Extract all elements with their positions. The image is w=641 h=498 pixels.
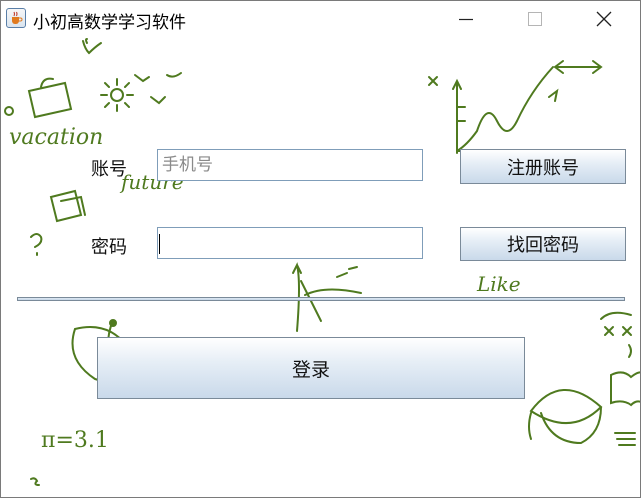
password-label: 密码 [91,237,127,258]
doodle-word-pi: π=3.1 [41,428,109,453]
account-input[interactable] [157,149,423,181]
doodle-word-like: Like [476,272,521,296]
bag-doodle-icon [27,77,73,119]
account-label: 账号 [91,159,127,180]
book-doodle-icon [49,189,86,223]
background-doodles: vacation future Like π=3.1 [4,38,640,486]
login-button[interactable]: 登录 [97,337,525,399]
minimize-button[interactable] [443,1,489,37]
window-title: 小初高数学学习软件 [33,13,186,33]
close-button[interactable] [581,1,627,37]
maximize-button[interactable] [512,1,558,37]
password-input[interactable] [157,227,423,259]
java-cup-icon [6,8,26,28]
graph-doodle-icon [452,66,598,154]
title-bar[interactable]: 小初高数学学习软件 [1,1,640,37]
minimize-icon [459,18,473,21]
heart-doodle-icon [82,38,102,55]
text-caret [159,234,160,254]
question-doodle-icon [30,233,43,256]
formula-doodle-icon [600,311,632,358]
open-book-doodle-icon [610,371,640,407]
sun-doodle-icon [110,88,124,102]
doodle-word-vacation: vacation [9,125,103,150]
recover-password-button[interactable]: 找回密码 [460,227,626,261]
maximize-icon [528,12,542,26]
register-account-button[interactable]: 注册账号 [460,149,626,184]
graduation-cap-doodle-icon [528,389,603,445]
close-icon [596,11,612,27]
app-window: 小初高数学学习软件 vacation future Like π=3.1 账号 … [0,0,641,498]
separator [17,297,625,301]
